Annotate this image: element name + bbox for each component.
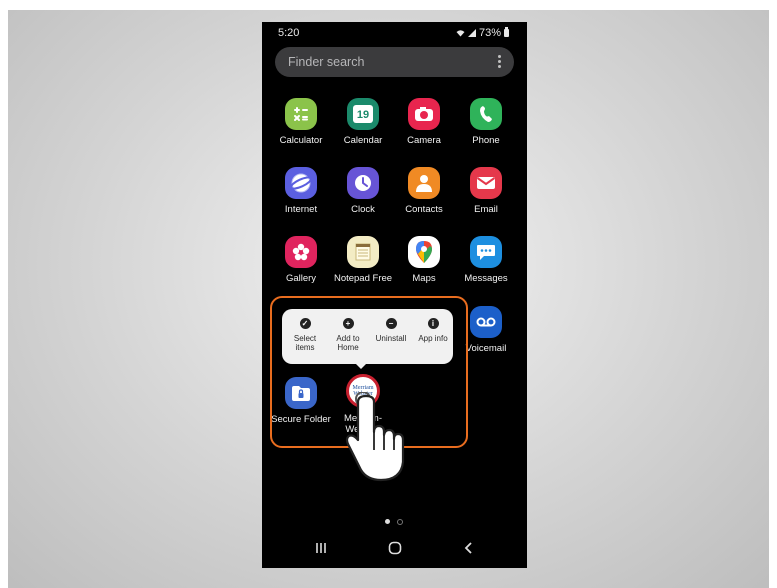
back-icon bbox=[464, 542, 472, 554]
app-label: Messages bbox=[464, 273, 508, 284]
wifi-icon bbox=[456, 30, 465, 37]
home-button[interactable] bbox=[388, 541, 402, 560]
app-label: Camera bbox=[407, 135, 441, 146]
menu-item-label: Uninstall bbox=[375, 334, 407, 343]
recent-apps-button[interactable] bbox=[314, 541, 328, 559]
app-messages[interactable]: Messages bbox=[456, 236, 516, 284]
app-clock[interactable]: Clock bbox=[333, 167, 393, 215]
page-indicator[interactable] bbox=[385, 519, 403, 525]
app-label: Phone bbox=[472, 135, 500, 146]
minus-circle-icon: − bbox=[385, 318, 397, 329]
app-contacts[interactable]: Contacts bbox=[394, 167, 454, 215]
calculator-icon bbox=[285, 98, 317, 130]
menu-uninstall[interactable]: − Uninstall bbox=[371, 318, 411, 343]
gallery-icon bbox=[285, 236, 317, 268]
info-circle-icon: i bbox=[427, 318, 439, 329]
add-home-icon: + bbox=[342, 318, 354, 329]
frame-left bbox=[0, 0, 8, 588]
app-notepad-free[interactable]: Notepad Free bbox=[333, 236, 393, 284]
app-label: Calculator bbox=[279, 135, 323, 146]
email-icon bbox=[470, 167, 502, 199]
app-internet[interactable]: Internet bbox=[271, 167, 331, 215]
app-label: Clock bbox=[351, 204, 375, 215]
app-label: Email bbox=[474, 204, 498, 215]
app-calendar[interactable]: 19 Calendar bbox=[333, 98, 393, 146]
voicemail-icon bbox=[470, 306, 502, 338]
status-time: 5:20 bbox=[278, 27, 300, 39]
battery-percent: 73% bbox=[478, 27, 501, 39]
status-indicators: 73% bbox=[456, 27, 509, 39]
internet-icon bbox=[285, 167, 317, 199]
app-label: Maps bbox=[412, 273, 436, 284]
battery-icon bbox=[504, 27, 509, 37]
app-calculator[interactable]: Calculator bbox=[271, 98, 331, 146]
check-circle-icon: ✓ bbox=[299, 318, 311, 329]
app-label: Notepad Free bbox=[333, 273, 393, 284]
back-button[interactable] bbox=[464, 541, 474, 560]
page-dot-active bbox=[385, 519, 390, 524]
frame-right bbox=[769, 0, 777, 588]
hand-pointer-icon bbox=[345, 392, 405, 482]
clock-icon bbox=[347, 167, 379, 199]
recent-apps-icon bbox=[316, 543, 326, 553]
menu-app-info[interactable]: i App info bbox=[413, 318, 453, 343]
navigation-bar bbox=[262, 532, 527, 568]
app-phone[interactable]: Phone bbox=[456, 98, 516, 146]
messages-icon bbox=[470, 236, 502, 268]
menu-select-items[interactable]: ✓ Select items bbox=[285, 318, 325, 352]
menu-item-label: App info bbox=[418, 334, 448, 343]
finder-search-bar[interactable]: Finder search bbox=[275, 47, 514, 77]
status-bar: 5:20 73% bbox=[262, 22, 527, 44]
camera-icon bbox=[408, 98, 440, 130]
notepad-icon bbox=[347, 236, 379, 268]
app-gallery[interactable]: Gallery bbox=[271, 236, 331, 284]
app-label: Calendar bbox=[343, 135, 383, 146]
phone-screen: 5:20 73% Finder search Calculator 19 Cal… bbox=[262, 22, 527, 568]
calendar-icon: 19 bbox=[347, 98, 379, 130]
more-options-icon[interactable] bbox=[494, 54, 504, 70]
home-icon bbox=[388, 541, 402, 555]
phone-icon bbox=[470, 98, 502, 130]
search-input[interactable]: Finder search bbox=[288, 55, 364, 69]
app-email[interactable]: Email bbox=[456, 167, 516, 215]
calendar-day: 19 bbox=[353, 105, 373, 123]
app-label: Contacts bbox=[405, 204, 443, 215]
page-dot bbox=[397, 519, 403, 525]
maps-icon bbox=[408, 236, 440, 268]
app-camera[interactable]: Camera bbox=[394, 98, 454, 146]
menu-add-to-home[interactable]: + Add to Home bbox=[328, 318, 368, 352]
app-label: Gallery bbox=[285, 273, 317, 284]
app-label: Internet bbox=[284, 204, 318, 215]
signal-icon bbox=[467, 29, 476, 37]
frame-top bbox=[0, 0, 777, 10]
context-menu-pointer bbox=[354, 362, 368, 369]
menu-item-label: Select items bbox=[293, 334, 317, 352]
context-menu: ✓ Select items + Add to Home − Uninstall… bbox=[282, 309, 453, 364]
contacts-icon bbox=[408, 167, 440, 199]
menu-item-label: Add to Home bbox=[336, 334, 360, 352]
app-maps[interactable]: Maps bbox=[394, 236, 454, 284]
